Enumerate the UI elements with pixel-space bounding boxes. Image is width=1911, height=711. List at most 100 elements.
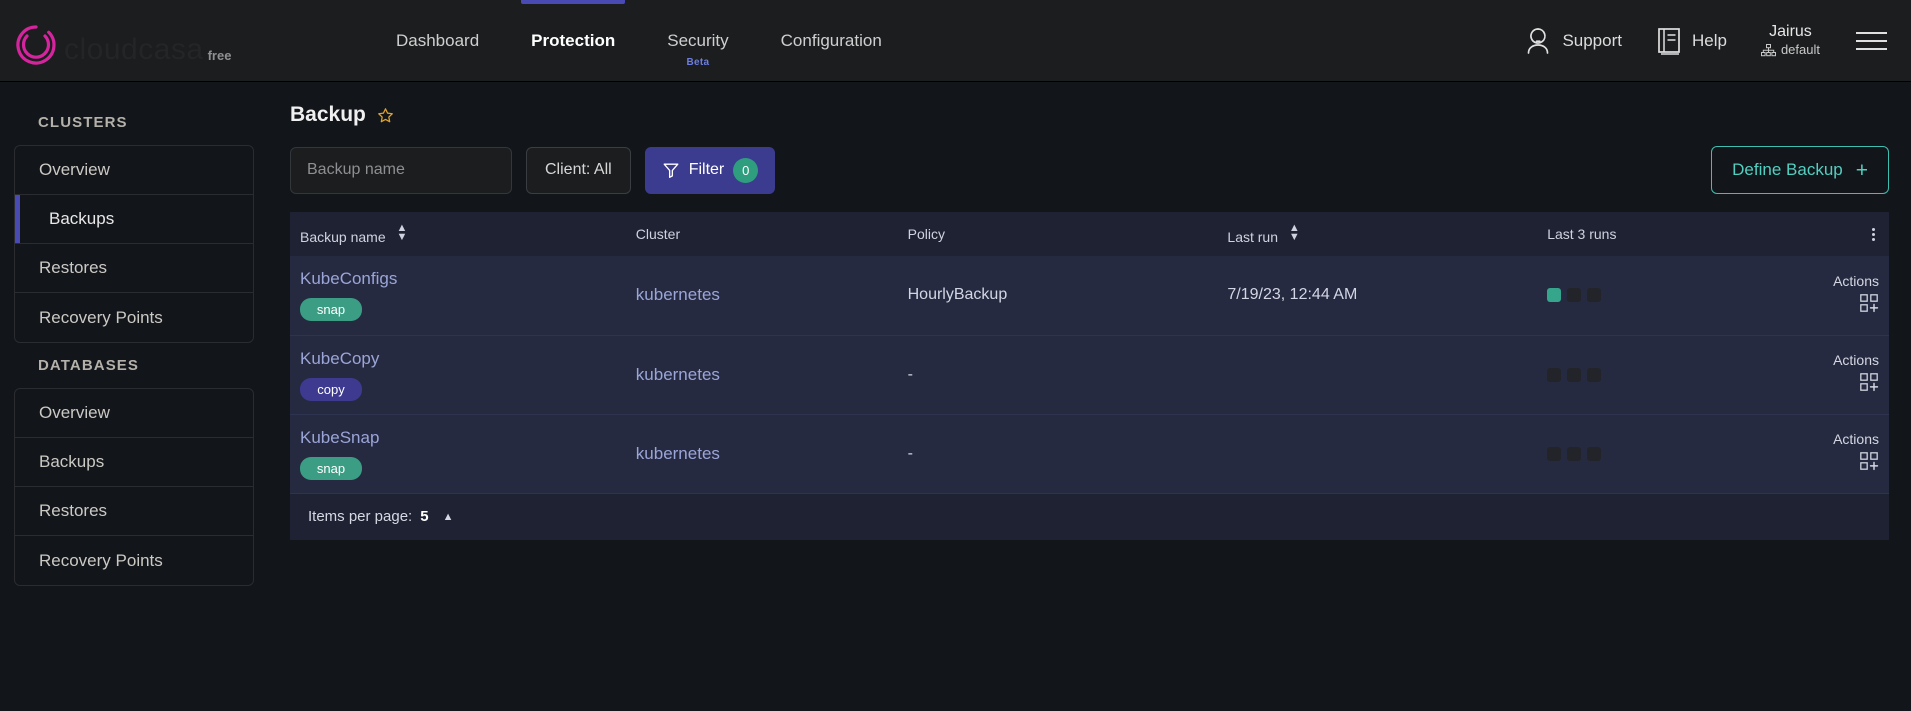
run-status-box[interactable] (1567, 446, 1582, 461)
column-label: Cluster (635, 226, 681, 242)
sidebar-item-clusters-overview[interactable]: Overview (15, 146, 253, 195)
sidebar-item-label: Overview (39, 403, 110, 422)
cell-cluster: kubernetes (625, 256, 898, 336)
run-status-box[interactable] (1567, 288, 1582, 303)
user-org-label: default (1780, 42, 1820, 58)
cell-backup-name: KubeConfigs snap (290, 256, 626, 336)
sidebar-item-databases-recovery-points[interactable]: Recovery Points (15, 536, 253, 585)
page-layout: CLUSTERS Overview Backups Restores Recov… (0, 82, 1911, 711)
support-button[interactable]: Support (1524, 26, 1622, 56)
backup-type-badge: copy (300, 377, 362, 401)
run-status-box[interactable] (1547, 367, 1562, 382)
filter-button[interactable]: Filter 0 (644, 146, 776, 194)
sort-arrows-icon[interactable]: ▲ ▼ (1289, 222, 1300, 244)
backup-name-link[interactable]: KubeConfigs (300, 269, 616, 289)
brand-plan-label: free (207, 47, 232, 63)
plus-icon: + (1855, 158, 1868, 182)
cluster-link[interactable]: kubernetes (636, 365, 720, 384)
client-filter-button[interactable]: Client: All (526, 146, 631, 194)
hamburger-menu-icon[interactable] (1854, 26, 1889, 56)
toolbar: Client: All Filter 0 Define Backup + (282, 146, 1889, 194)
brand-wordmark: cloudcasa (64, 32, 204, 66)
sidebar-item-databases-backups[interactable]: Backups (15, 438, 253, 487)
page-header: Backup (282, 98, 1889, 132)
cluster-link[interactable]: kubernetes (636, 285, 720, 304)
run-status-box[interactable] (1587, 446, 1602, 461)
nav-label: Security (667, 30, 729, 50)
sidebar-item-clusters-recovery-points[interactable]: Recovery Points (15, 293, 253, 342)
nav-label: Dashboard (396, 30, 480, 50)
column-header-backup-name[interactable]: Backup name ▲ ▼ (290, 212, 626, 256)
sidebar-group-databases: Overview Backups Restores Recovery Point… (14, 388, 254, 586)
table-row[interactable]: KubeConfigs snap kubernetes HourlyBackup… (290, 256, 1889, 336)
sidebar-item-clusters-backups[interactable]: Backups (15, 195, 253, 244)
define-backup-label: Define Backup (1732, 160, 1843, 179)
actions-label: Actions (1833, 272, 1879, 289)
cell-actions: Actions (1729, 414, 1889, 494)
sidebar-group-title-databases: DATABASES (38, 357, 140, 374)
run-status-group (1547, 446, 1719, 461)
nav-item-dashboard[interactable]: Dashboard (392, 0, 483, 82)
nav-label: Configuration (780, 30, 882, 50)
backups-table: Backup name ▲ ▼ Cluster Policy Last run ▲… (290, 212, 1889, 494)
sidebar-item-label: Recovery Points (39, 550, 163, 570)
vertical-dots-icon[interactable] (1872, 226, 1875, 243)
backup-name-link[interactable]: KubeSnap (300, 428, 616, 448)
grid-plus-icon[interactable] (1859, 293, 1879, 313)
run-status-box[interactable] (1587, 367, 1602, 382)
column-label: Policy (907, 226, 945, 242)
cell-policy: - (897, 335, 1218, 415)
caret-up-icon[interactable]: ▲ (443, 511, 454, 523)
define-backup-button[interactable]: Define Backup + (1711, 146, 1889, 194)
sidebar-item-clusters-restores[interactable]: Restores (15, 244, 253, 293)
help-label: Help (1691, 30, 1727, 50)
filter-count-badge: 0 (733, 157, 759, 183)
cell-last-3-runs (1537, 256, 1730, 336)
grid-plus-icon[interactable] (1859, 372, 1879, 392)
backup-name-link[interactable]: KubeCopy (300, 349, 616, 369)
page-title: Backup (290, 103, 366, 126)
help-button[interactable]: Help (1656, 26, 1727, 56)
user-org: default (1760, 42, 1820, 58)
items-per-page-label: Items per page: (308, 508, 413, 525)
table-head: Backup name ▲ ▼ Cluster Policy Last run ▲… (290, 212, 1889, 256)
cluster-link[interactable]: kubernetes (636, 444, 720, 463)
nav-item-protection[interactable]: Protection (521, 0, 626, 82)
run-status-box[interactable] (1587, 288, 1602, 303)
cell-last-run: 7/19/23, 12:44 AM (1217, 256, 1538, 336)
sidebar-item-label: Restores (39, 501, 108, 520)
star-outline-icon[interactable] (377, 107, 394, 124)
sidebar-item-label: Recovery Points (39, 307, 163, 327)
table-row[interactable]: KubeSnap snap kubernetes - Actions (290, 414, 1889, 494)
table-row[interactable]: KubeCopy copy kubernetes - Actions (290, 335, 1889, 415)
column-header-last-3-runs: Last 3 runs (1537, 212, 1730, 256)
main-content: Backup Client: All Filter 0 Define Backu… (268, 82, 1911, 711)
cell-policy: HourlyBackup (897, 256, 1218, 336)
nav-item-configuration[interactable]: Configuration (777, 0, 886, 82)
cell-policy: - (897, 414, 1218, 494)
run-status-box[interactable] (1567, 367, 1582, 382)
brand-logo-area[interactable]: cloudcasa free (14, 11, 354, 71)
sidebar-group-clusters: Overview Backups Restores Recovery Point… (14, 145, 254, 343)
sidebar-item-databases-overview[interactable]: Overview (15, 389, 253, 438)
column-label: Last 3 runs (1547, 226, 1617, 242)
nav-label: Protection (531, 30, 616, 50)
run-status-box[interactable] (1547, 288, 1562, 303)
cell-cluster: kubernetes (625, 414, 898, 494)
run-status-box[interactable] (1547, 446, 1562, 461)
user-menu[interactable]: Jairus default (1760, 22, 1820, 58)
nav-item-security[interactable]: Security Beta (663, 0, 732, 82)
cell-last-3-runs (1537, 335, 1730, 415)
sidebar-item-databases-restores[interactable]: Restores (15, 487, 253, 536)
top-right-actions: Support Help Jairus default (1524, 0, 1911, 82)
top-navigation-bar: cloudcasa free Dashboard Protection Secu… (0, 0, 1911, 82)
cell-backup-name: KubeSnap snap (290, 414, 626, 494)
column-header-cluster: Cluster (625, 212, 898, 256)
grid-plus-icon[interactable] (1859, 451, 1879, 471)
search-input[interactable] (290, 146, 512, 194)
sort-arrows-icon[interactable]: ▲ ▼ (397, 222, 408, 244)
cell-last-3-runs (1537, 414, 1730, 494)
column-header-last-run[interactable]: Last run ▲ ▼ (1217, 212, 1538, 256)
table-header-row: Backup name ▲ ▼ Cluster Policy Last run ▲… (290, 212, 1889, 256)
backup-type-badge: snap (300, 456, 362, 480)
